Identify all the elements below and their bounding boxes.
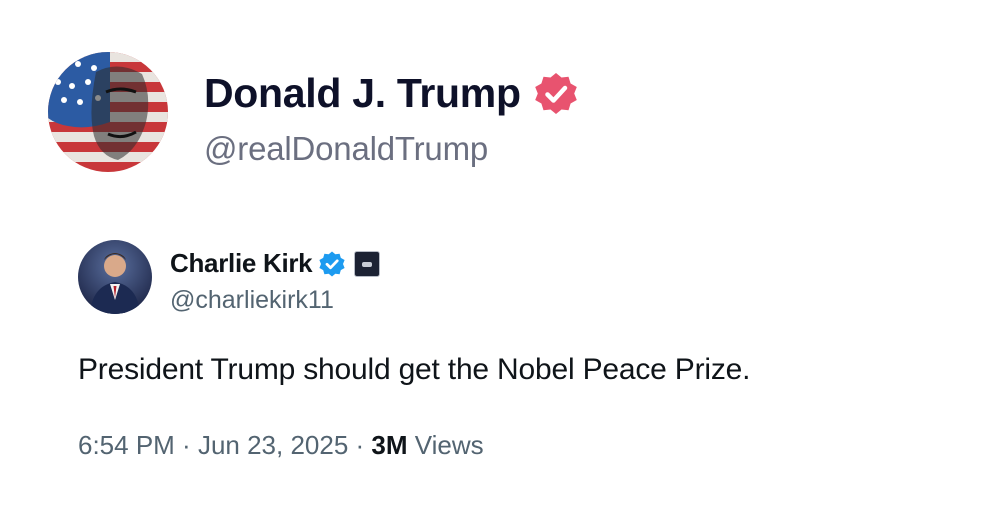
views-count[interactable]: 3M: [371, 430, 407, 460]
quoted-author-avatar[interactable]: [78, 240, 152, 314]
tweet-time[interactable]: 6:54 PM: [78, 430, 175, 460]
quoted-author-display-name[interactable]: Charlie Kirk: [170, 248, 313, 279]
meta-separator: ·: [348, 430, 372, 460]
quoted-author-name-row: Charlie Kirk: [170, 248, 381, 279]
tweet-date[interactable]: Jun 23, 2025: [198, 430, 348, 460]
quoted-author-handle[interactable]: @charliekirk11: [170, 286, 334, 315]
quoted-tweet-text: President Trump should get the Nobel Pea…: [78, 353, 751, 386]
verified-badge-icon: [534, 72, 577, 114]
views-label[interactable]: Views: [415, 430, 484, 460]
post-author-header: Donald J. Trump @realDonaldTrump: [48, 52, 748, 176]
post-card: Donald J. Trump @realDonaldTrump Charlie…: [0, 0, 990, 513]
portrait-avatar-image: [78, 240, 152, 314]
author-handle[interactable]: @realDonaldTrump: [204, 130, 488, 168]
meta-separator: ·: [174, 430, 198, 460]
verified-badge-icon: [319, 251, 345, 276]
affiliation-badge-icon[interactable]: [354, 250, 381, 277]
author-name-row: Donald J. Trump: [204, 70, 579, 117]
author-avatar[interactable]: [48, 52, 168, 172]
quoted-tweet[interactable]: Charlie Kirk @charliekirk11 President Tr…: [78, 238, 938, 478]
quoted-tweet-meta: 6:54 PM · Jun 23, 2025 · 3M Views: [78, 430, 484, 461]
flag-portrait-avatar-image: [48, 52, 168, 172]
author-display-name[interactable]: Donald J. Trump: [204, 70, 521, 117]
